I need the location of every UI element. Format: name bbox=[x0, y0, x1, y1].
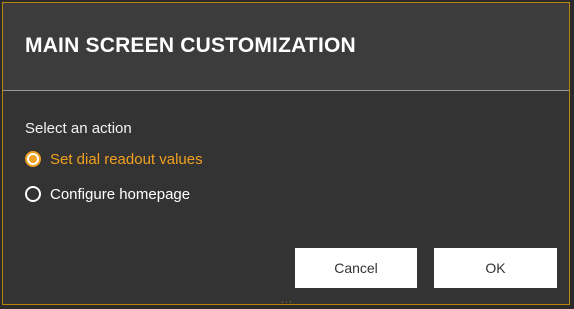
cancel-button[interactable]: Cancel bbox=[295, 248, 417, 288]
option-set-dial-readout-values[interactable]: Set dial readout values bbox=[25, 149, 203, 169]
option-label: Configure homepage bbox=[50, 185, 191, 203]
dialog-header: MAIN SCREEN CUSTOMIZATION bbox=[3, 3, 569, 91]
action-prompt: Select an action bbox=[25, 120, 132, 137]
option-configure-homepage[interactable]: Configure homepage bbox=[25, 184, 190, 204]
radio-unselected-icon[interactable] bbox=[25, 186, 41, 202]
option-label: Set dial readout values bbox=[50, 150, 203, 168]
ok-button[interactable]: OK bbox=[434, 248, 557, 288]
resize-dots-icon: ··· bbox=[281, 297, 293, 307]
customization-dialog: MAIN SCREEN CUSTOMIZATION Select an acti… bbox=[2, 2, 570, 305]
radio-selected-icon[interactable] bbox=[25, 151, 41, 167]
dialog-title: MAIN SCREEN CUSTOMIZATION bbox=[25, 34, 356, 57]
